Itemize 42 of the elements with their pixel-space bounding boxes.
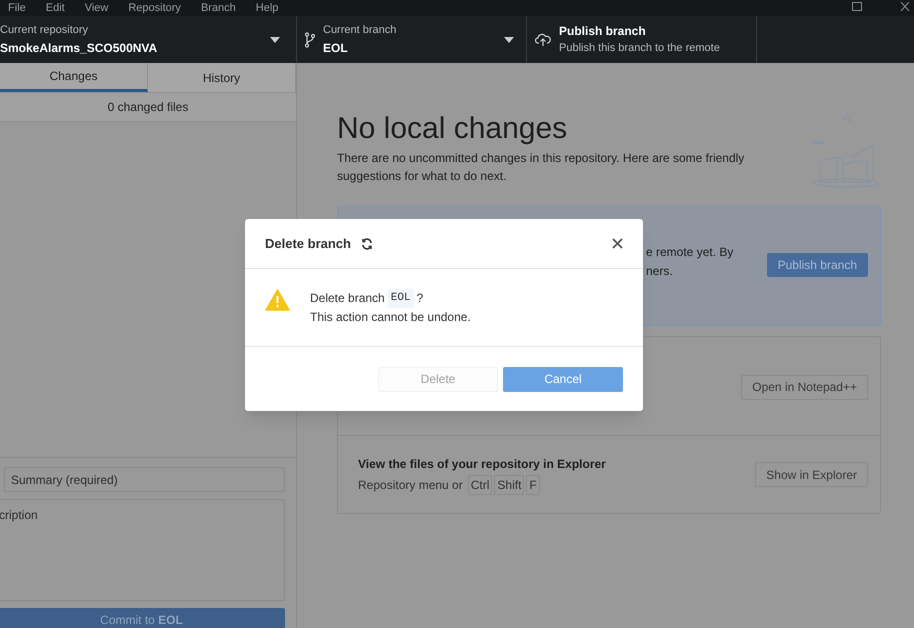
menu-item[interactable]: Branch xyxy=(200,0,236,16)
keyboard-key: Ctrl xyxy=(468,474,492,494)
show-in-explorer-button[interactable]: Show in Explorer xyxy=(755,462,868,487)
close-icon[interactable] xyxy=(612,238,623,249)
sidebar-tab[interactable]: History xyxy=(148,63,296,92)
dialog-title: Delete branch xyxy=(265,234,351,253)
maximize-icon[interactable] xyxy=(852,2,862,11)
page-heading: No local changes xyxy=(337,111,568,147)
menu-item[interactable]: Edit xyxy=(46,0,65,16)
warning-icon xyxy=(265,289,290,311)
intro-text: There are no uncommitted changes in this repository. Here are some friendly suggestions for what to do next. xyxy=(337,150,746,185)
open-in-editor-button[interactable]: Open in Notepad++ xyxy=(741,374,868,400)
publish-title: Publish branch xyxy=(559,23,647,40)
menu-item[interactable]: View xyxy=(84,0,108,16)
caret-icon xyxy=(504,36,514,42)
changed-files-count: 0 changed files xyxy=(0,93,296,122)
repository-label: Current repository xyxy=(0,23,90,38)
branch-selector[interactable]: Current branch EOL xyxy=(297,16,527,63)
branch-icon xyxy=(305,32,315,48)
dialog-message: Delete branch xyxy=(310,290,385,307)
menu-item[interactable]: Help xyxy=(256,0,278,16)
branch-label: Current branch xyxy=(323,23,398,38)
branch-name-tag: EOL xyxy=(388,289,414,308)
publish-description: Publish this branch to the remote xyxy=(559,41,720,56)
refresh-icon xyxy=(360,238,373,250)
question-mark: ? xyxy=(416,290,424,307)
repository-name: SmokeAlarms_SCO500NVA xyxy=(0,40,158,57)
cloud-upload-icon xyxy=(535,32,551,46)
close-icon[interactable] xyxy=(900,2,910,11)
dialog-note: This action cannot be undone. xyxy=(310,309,471,326)
menu-item[interactable]: Repository xyxy=(128,0,181,16)
menu-item[interactable]: File xyxy=(8,0,26,16)
caret-icon xyxy=(270,36,280,42)
branch-name: EOL xyxy=(323,40,349,57)
keyboard-key: Shift xyxy=(494,474,524,494)
publish-branch-toolbar-button[interactable]: Publish branch Publish this branch to the remote xyxy=(527,16,757,63)
summary-field[interactable]: Summary (required) xyxy=(4,467,285,492)
keyboard-key: F xyxy=(526,474,540,494)
publish-card-text: ners. xyxy=(646,263,674,280)
explorer-title: View the files of your repository in Explorer xyxy=(358,456,606,472)
explorer-hint: Repository menu or xyxy=(358,476,463,494)
publish-card-text: e remote yet. By xyxy=(646,244,734,261)
